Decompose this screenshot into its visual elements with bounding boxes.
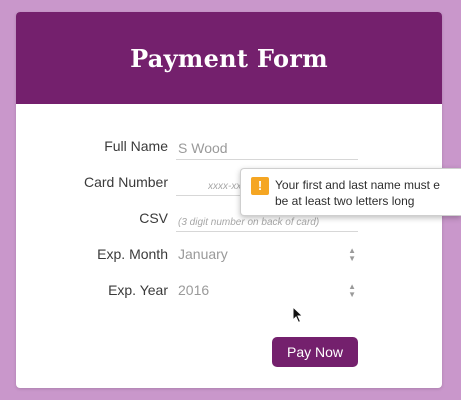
exp-year-select[interactable]: 2016 ▲ ▼ (176, 280, 358, 304)
csv-label: CSV (139, 210, 168, 226)
warning-icon: ! (251, 177, 269, 195)
exp-year-label: Exp. Year (108, 282, 168, 298)
tooltip-line-2: be at least two letters long (275, 194, 415, 208)
full-name-row: Full Name (16, 136, 442, 160)
validation-tooltip: ! Your first and last name must e be at … (240, 168, 461, 216)
exp-year-row: Exp. Year 2016 ▲ ▼ (16, 280, 442, 304)
exp-month-value: January (178, 246, 228, 262)
select-arrows-icon: ▲ ▼ (348, 246, 356, 263)
pay-now-button[interactable]: Pay Now (272, 337, 358, 367)
form-title: Payment Form (130, 43, 328, 73)
form-header: Payment Form (16, 12, 442, 104)
select-arrows-icon: ▲ ▼ (348, 282, 356, 299)
exp-year-value: 2016 (178, 282, 210, 298)
exp-month-row: Exp. Month January ▲ ▼ (16, 244, 442, 268)
full-name-label: Full Name (104, 138, 168, 154)
exp-month-label: Exp. Month (97, 246, 168, 262)
card-number-label: Card Number (83, 174, 168, 190)
full-name-input[interactable] (176, 136, 358, 160)
tooltip-line-1: Your first and last name must e (275, 178, 440, 192)
exp-month-select[interactable]: January ▲ ▼ (176, 244, 358, 268)
